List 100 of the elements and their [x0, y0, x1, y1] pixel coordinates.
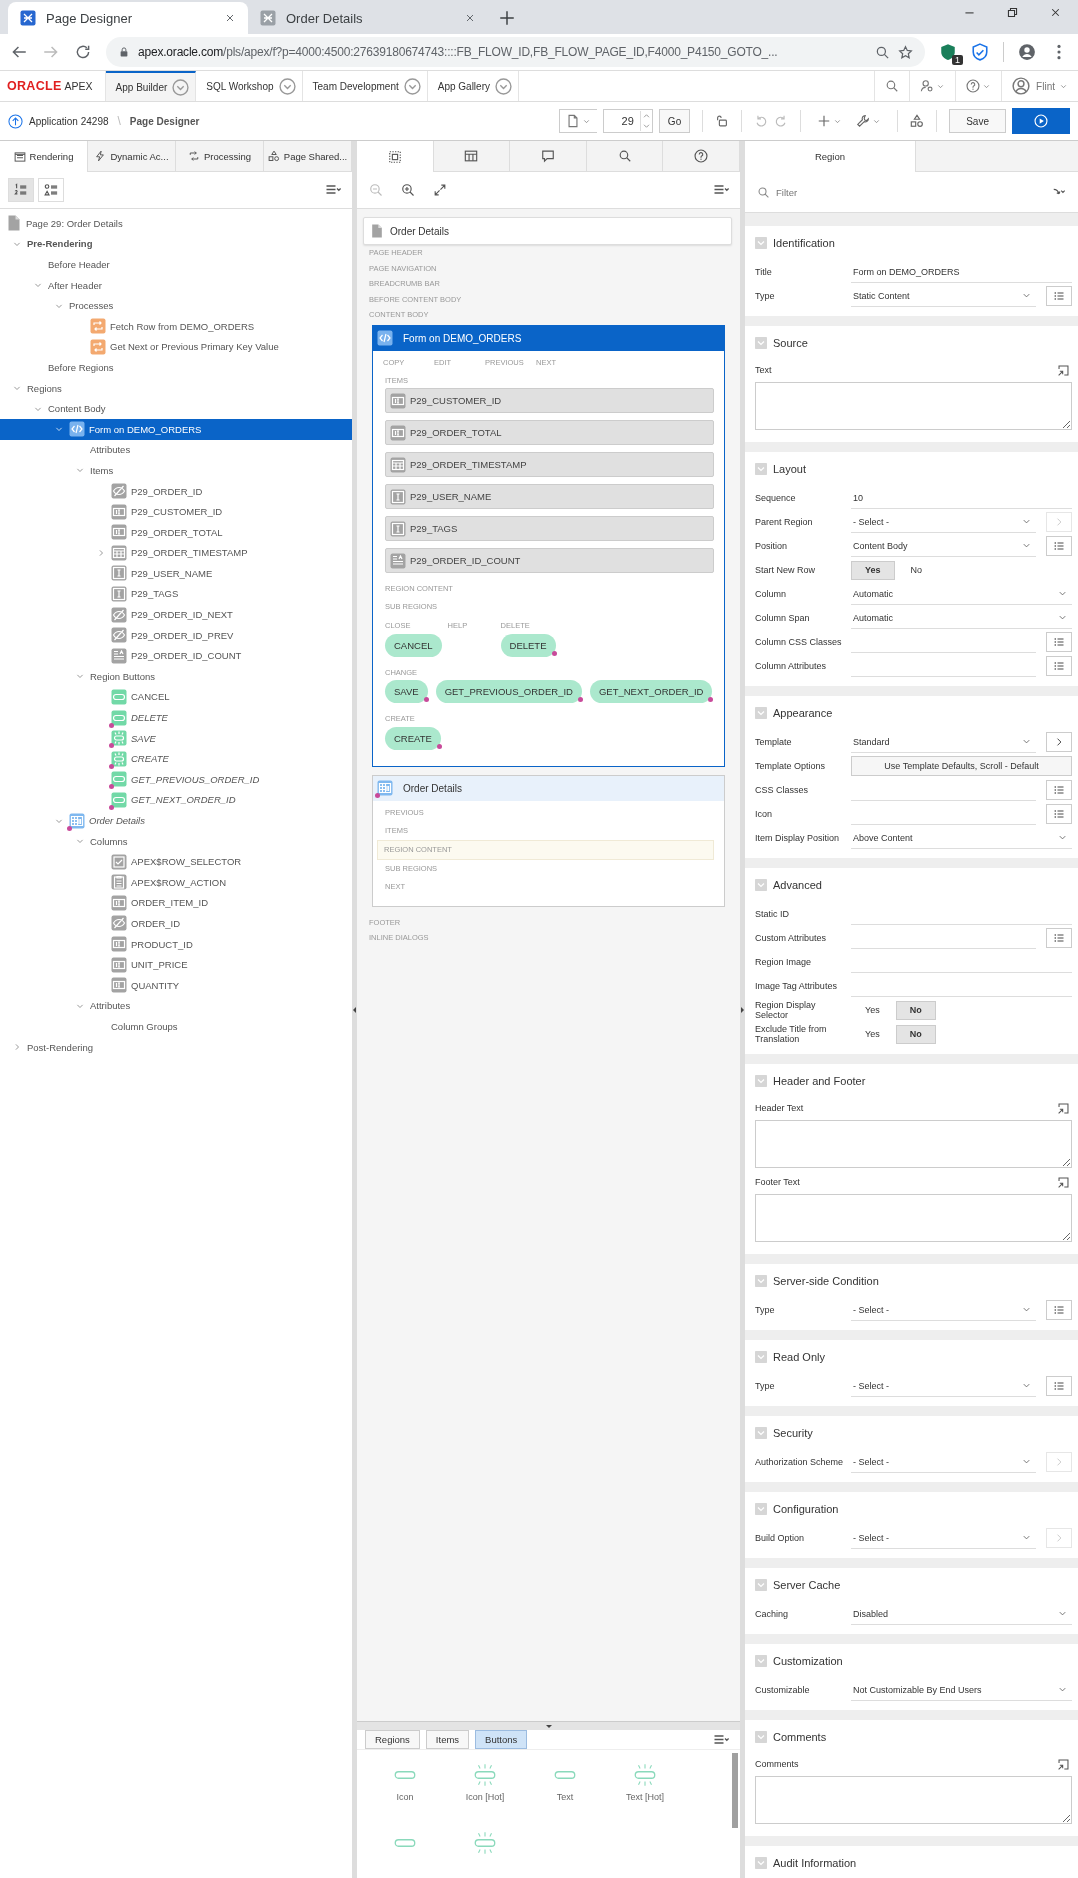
panel-tab[interactable]: Region	[745, 141, 916, 172]
collapse-icon[interactable]	[755, 463, 767, 475]
run-button[interactable]	[1012, 108, 1070, 134]
gallery-tab[interactable]: Regions	[365, 1730, 420, 1749]
list-button[interactable]	[1046, 804, 1072, 824]
list-button[interactable]	[1046, 632, 1072, 652]
tree-node[interactable]: P29_ORDER_ID	[0, 480, 352, 502]
list-button[interactable]	[1046, 1300, 1072, 1320]
text-area[interactable]	[755, 1120, 1072, 1168]
highlighted-button-shape-icon[interactable]	[472, 1762, 498, 1788]
select-field[interactable]: - Select -	[851, 1527, 1036, 1549]
tree-node[interactable]: P29_ORDER_TIMESTAMP	[0, 542, 352, 564]
item-bar[interactable]: P29_ORDER_TIMESTAMP	[385, 452, 714, 477]
toggle-option[interactable]: No	[895, 1024, 936, 1044]
input-field[interactable]: Form on DEMO_ORDERS	[851, 261, 1072, 283]
button-chip[interactable]: GET_PREVIOUS_ORDER_ID	[435, 680, 582, 703]
tree-node[interactable]: QUANTITY	[0, 974, 352, 996]
page-menu-button[interactable]	[558, 109, 597, 133]
select-field[interactable]: - Select -	[851, 511, 1036, 533]
gallery-tab[interactable]: Items	[425, 1730, 470, 1749]
address-bar[interactable]: apex.oracle.com/pls/apex/f?p=4000:4500:27639180674743::::FB_FLOW_ID,FB_FLOW_PAGE_ID,F4000_P4150_GOTO_...	[106, 37, 925, 67]
select-field[interactable]: Automatic	[851, 607, 1072, 629]
panel-tab[interactable]: Dynamic Ac...	[88, 141, 176, 171]
tree-node[interactable]: Processes	[0, 295, 352, 316]
expand-icon[interactable]	[433, 183, 447, 197]
tree-node[interactable]: APEX$ROW_SELECTOR	[0, 851, 352, 872]
layout-tab-icon[interactable]	[387, 149, 402, 164]
user-icon[interactable]	[1012, 77, 1031, 95]
view-toggle-button[interactable]	[8, 178, 34, 202]
tree-node[interactable]: PRODUCT_ID	[0, 933, 352, 955]
comment-tab-icon[interactable]	[541, 149, 555, 163]
nav-menu[interactable]: Team Development	[302, 71, 428, 101]
item-bar[interactable]: P29_USER_NAME	[385, 484, 714, 509]
navigate-button[interactable]	[1046, 732, 1072, 752]
collapse-icon[interactable]	[755, 1275, 767, 1287]
panel-tab[interactable]: Processing	[176, 141, 264, 171]
collapse-icon[interactable]	[755, 237, 767, 249]
select-field[interactable]: Standard	[851, 731, 1036, 753]
tree-node[interactable]: Before Regions	[0, 357, 352, 378]
view-toggle-button[interactable]	[38, 178, 64, 202]
tree-node[interactable]: P29_ORDER_ID_COUNT	[0, 645, 352, 667]
button-chip[interactable]: SAVE	[385, 680, 428, 703]
go-button[interactable]: Go	[658, 109, 691, 133]
tree-node[interactable]: Regions	[0, 377, 352, 399]
tree-node[interactable]: P29_ORDER_TOTAL	[0, 521, 352, 543]
nav-menu[interactable]: App Builder	[105, 71, 197, 101]
collapse-icon[interactable]	[755, 1351, 767, 1363]
tree-node[interactable]: Columns	[0, 830, 352, 852]
tree-node[interactable]: DELETE	[0, 707, 352, 728]
select-field[interactable]: Content Body	[851, 535, 1036, 557]
button-chip[interactable]: CREATE	[385, 726, 441, 750]
toggle-option[interactable]: Yes	[851, 560, 895, 580]
tree-node[interactable]: Content Body	[0, 398, 352, 419]
help-tab-icon[interactable]	[694, 149, 709, 163]
tree-node[interactable]: Fetch Row from DEMO_ORDERS	[0, 315, 352, 337]
text-area[interactable]	[755, 1194, 1072, 1242]
search-icon[interactable]	[885, 79, 900, 93]
user-name[interactable]: Flint	[1036, 80, 1055, 92]
collapse-icon[interactable]	[755, 337, 767, 349]
collapse-icon[interactable]	[755, 1427, 767, 1439]
select-field[interactable]: Disabled	[851, 1603, 1072, 1625]
collapse-icon[interactable]	[755, 1731, 767, 1743]
select-field[interactable]: Above Content	[851, 827, 1072, 849]
gallery-tab[interactable]: Buttons	[475, 1730, 528, 1749]
chevron-down-icon[interactable]	[278, 77, 296, 95]
save-button[interactable]: Save	[949, 109, 1006, 133]
browser-tab[interactable]: Page Designer	[8, 2, 248, 34]
tree-node[interactable]: P29_USER_NAME	[0, 563, 352, 584]
select-field[interactable]: - Select -	[851, 1299, 1036, 1321]
button-chip[interactable]: CANCEL	[385, 633, 442, 657]
button-chip[interactable]: GET_NEXT_ORDER_ID	[589, 680, 713, 703]
item-bar[interactable]: P29_ORDER_ID_COUNT	[385, 548, 714, 573]
list-button[interactable]	[1046, 656, 1072, 676]
tree-node[interactable]: UNIT_PRICE	[0, 954, 352, 975]
close-icon[interactable]	[464, 12, 476, 24]
tree-node[interactable]: P29_ORDER_ID_NEXT	[0, 604, 352, 625]
close-icon[interactable]	[1049, 6, 1062, 19]
table-tab-icon[interactable]	[464, 149, 479, 163]
tree-node[interactable]: Items	[0, 460, 352, 481]
lock-icon[interactable]	[715, 114, 730, 128]
star-icon[interactable]	[898, 44, 913, 60]
text-area[interactable]	[755, 382, 1072, 430]
text-area[interactable]	[755, 1776, 1072, 1824]
select-field[interactable]: Static Content	[851, 285, 1036, 307]
scrollbar[interactable]	[732, 1753, 738, 1828]
restore-icon[interactable]	[1006, 6, 1019, 19]
list-button[interactable]	[1046, 1376, 1072, 1396]
list-button[interactable]	[1046, 286, 1072, 306]
collapse-arrow-icon[interactable]	[545, 1724, 552, 1728]
tree-node[interactable]: Get Next or Previous Primary Key Value	[0, 336, 352, 358]
tree-node[interactable]: After Header	[0, 274, 352, 296]
expand-editor-icon[interactable]	[1057, 1175, 1070, 1189]
expand-editor-icon[interactable]	[1057, 1757, 1070, 1771]
tree-node[interactable]: CREATE	[0, 748, 352, 770]
item-bar[interactable]: P29_TAGS	[385, 516, 714, 541]
highlighted-button-shape-icon[interactable]	[472, 1830, 498, 1856]
undo-icon[interactable]	[754, 114, 769, 128]
user-settings-icon[interactable]	[920, 79, 935, 93]
list-button[interactable]	[1046, 928, 1072, 948]
page-box[interactable]: Order Details	[363, 217, 732, 245]
